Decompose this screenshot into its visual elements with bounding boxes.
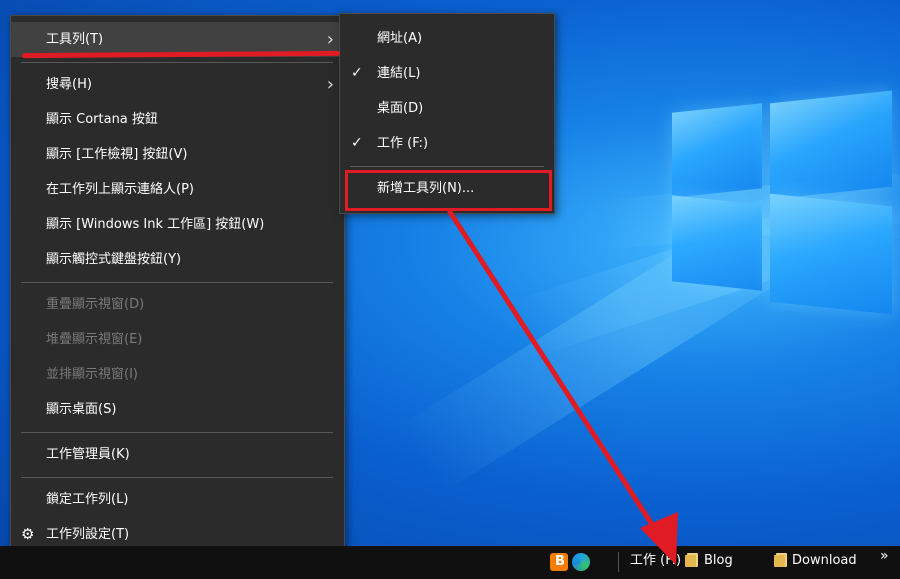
submenu-item-links[interactable]: ✓ 連結(L) xyxy=(340,56,554,91)
menu-item-label: 顯示 Cortana 按鈕 xyxy=(46,112,158,127)
menu-item-stack-windows: 堆疊顯示視窗(E) xyxy=(11,322,344,357)
menu-separator xyxy=(350,166,544,167)
menu-item-lock-taskbar[interactable]: 鎖定工作列(L) xyxy=(11,482,344,517)
menu-item-show-touch-keyboard[interactable]: 顯示觸控式鍵盤按鈕(Y) xyxy=(11,242,344,277)
toolbar-link-download[interactable]: Download xyxy=(792,546,857,575)
edge-icon[interactable] xyxy=(572,553,590,571)
menu-item-label: 工作管理員(K) xyxy=(46,447,130,462)
checkmark-icon: ✓ xyxy=(351,135,363,151)
menu-separator xyxy=(21,62,333,63)
submenu-item-label: 工作 (F:) xyxy=(377,136,429,151)
taskbar-context-menu: 工具列(T) › 搜尋(H) › 顯示 Cortana 按鈕 顯示 [工作檢視]… xyxy=(10,15,345,558)
menu-item-label: 顯示觸控式鍵盤按鈕(Y) xyxy=(46,252,182,267)
menu-item-label: 顯示 [Windows Ink 工作區] 按鈕(W) xyxy=(46,217,265,232)
menu-item-label: 重疊顯示視窗(D) xyxy=(46,297,145,312)
menu-separator xyxy=(21,282,333,283)
folder-icon xyxy=(774,553,787,567)
blogger-icon[interactable]: B xyxy=(550,553,568,571)
menu-item-show-windows-ink[interactable]: 顯示 [Windows Ink 工作區] 按鈕(W) xyxy=(11,207,344,242)
toolbar-divider xyxy=(618,552,619,572)
menu-item-label: 並排顯示視窗(I) xyxy=(46,367,138,382)
submenu-item-label: 桌面(D) xyxy=(377,101,424,116)
chevron-right-icon: › xyxy=(326,74,334,95)
menu-item-show-desktop[interactable]: 顯示桌面(S) xyxy=(11,392,344,427)
taskbar: B 工作 (F:) Blog Download » xyxy=(0,546,900,579)
menu-separator xyxy=(21,432,333,433)
menu-separator xyxy=(21,477,333,478)
menu-item-label: 堆疊顯示視窗(E) xyxy=(46,332,143,347)
menu-item-label: 顯示 [工作檢視] 按鈕(V) xyxy=(46,147,188,162)
menu-item-label: 顯示桌面(S) xyxy=(46,402,117,417)
menu-item-show-cortana[interactable]: 顯示 Cortana 按鈕 xyxy=(11,102,344,137)
submenu-item-work-drive[interactable]: ✓ 工作 (F:) xyxy=(340,126,554,161)
toolbar-link-blog[interactable]: Blog xyxy=(704,546,733,575)
submenu-item-label: 網址(A) xyxy=(377,31,423,46)
annotation-highlight-box xyxy=(345,170,552,211)
folder-icon xyxy=(685,553,698,567)
menu-item-label: 在工作列上顯示連絡人(P) xyxy=(46,182,194,197)
menu-item-cascade-windows: 重疊顯示視窗(D) xyxy=(11,287,344,322)
menu-item-label: 搜尋(H) xyxy=(46,77,92,92)
menu-item-show-task-view[interactable]: 顯示 [工作檢視] 按鈕(V) xyxy=(11,137,344,172)
submenu-item-address[interactable]: 網址(A) xyxy=(340,21,554,56)
checkmark-icon: ✓ xyxy=(351,65,363,81)
menu-item-show-people[interactable]: 在工作列上顯示連絡人(P) xyxy=(11,172,344,207)
chevron-overflow-icon[interactable]: » xyxy=(880,542,889,571)
menu-item-task-manager[interactable]: 工作管理員(K) xyxy=(11,437,344,472)
toolbar-label[interactable]: 工作 (F:) xyxy=(630,546,681,575)
submenu-item-label: 連結(L) xyxy=(377,66,421,81)
menu-item-label: 鎖定工作列(L) xyxy=(46,492,129,507)
submenu-item-desktop[interactable]: 桌面(D) xyxy=(340,91,554,126)
menu-item-search[interactable]: 搜尋(H) › xyxy=(11,67,344,102)
menu-item-side-by-side-windows: 並排顯示視窗(I) xyxy=(11,357,344,392)
